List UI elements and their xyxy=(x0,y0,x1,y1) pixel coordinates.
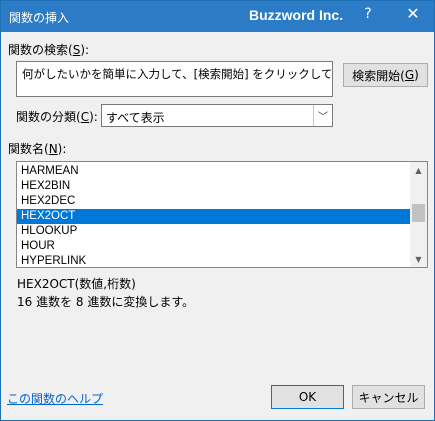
ok-button[interactable]: OK xyxy=(271,385,344,409)
window-title: 関数の挿入 xyxy=(9,11,70,25)
search-button[interactable]: 検索開始(G) xyxy=(343,63,428,87)
close-icon[interactable]: ✕ xyxy=(404,4,422,23)
scroll-down-icon[interactable]: ▼ xyxy=(410,251,427,267)
function-description: 16 進数を 8 進数に変換します。 xyxy=(17,295,195,309)
cancel-button[interactable]: キャンセル xyxy=(352,385,425,409)
function-listbox[interactable]: HARMEAN HEX2BIN HEX2DEC HEX2OCT HLOOKUP HOUR H… xyxy=(16,161,428,268)
function-name-label: 関数名(N): xyxy=(8,142,67,156)
function-list-item[interactable]: HARMEAN xyxy=(17,164,411,179)
search-input[interactable]: 何がしたいかを簡単に入力して、[検索開始] をクリックしてください。 xyxy=(16,61,333,97)
scroll-up-icon[interactable]: ▲ xyxy=(410,162,427,178)
function-list-item[interactable]: HEX2OCT xyxy=(17,209,411,224)
brand-name: Buzzword Inc. xyxy=(249,7,344,23)
function-list-item[interactable]: HOUR xyxy=(17,239,411,254)
list-scrollbar[interactable]: ▲ ▼ xyxy=(410,162,427,267)
insert-function-dialog: 関数の挿入 Buzzword Inc. ? ✕ 関数の検索(S): 何がしたいか… xyxy=(0,0,435,421)
title-bar[interactable]: 関数の挿入 Buzzword Inc. ? ✕ xyxy=(1,1,434,32)
category-select[interactable]: すべて表示 ﹀ xyxy=(101,104,333,127)
function-list-item[interactable]: HEX2DEC xyxy=(17,194,411,209)
search-label: 関数の検索(S): xyxy=(8,43,90,57)
function-list-item[interactable]: HEX2BIN xyxy=(17,179,411,194)
chevron-down-icon[interactable]: ﹀ xyxy=(313,105,332,126)
function-list-item[interactable]: HYPERLINK xyxy=(17,254,411,267)
scroll-thumb[interactable] xyxy=(412,204,425,222)
category-label: 関数の分類(C): xyxy=(16,110,98,124)
category-value: すべて表示 xyxy=(106,111,165,125)
function-list-items: HARMEAN HEX2BIN HEX2DEC HEX2OCT HLOOKUP HOUR H… xyxy=(17,164,411,267)
function-list-item[interactable]: HLOOKUP xyxy=(17,224,411,239)
function-syntax: HEX2OCT(数値,桁数) xyxy=(17,277,136,291)
function-help-link[interactable]: この関数のヘルプ xyxy=(7,390,103,407)
help-icon[interactable]: ? xyxy=(361,6,375,22)
